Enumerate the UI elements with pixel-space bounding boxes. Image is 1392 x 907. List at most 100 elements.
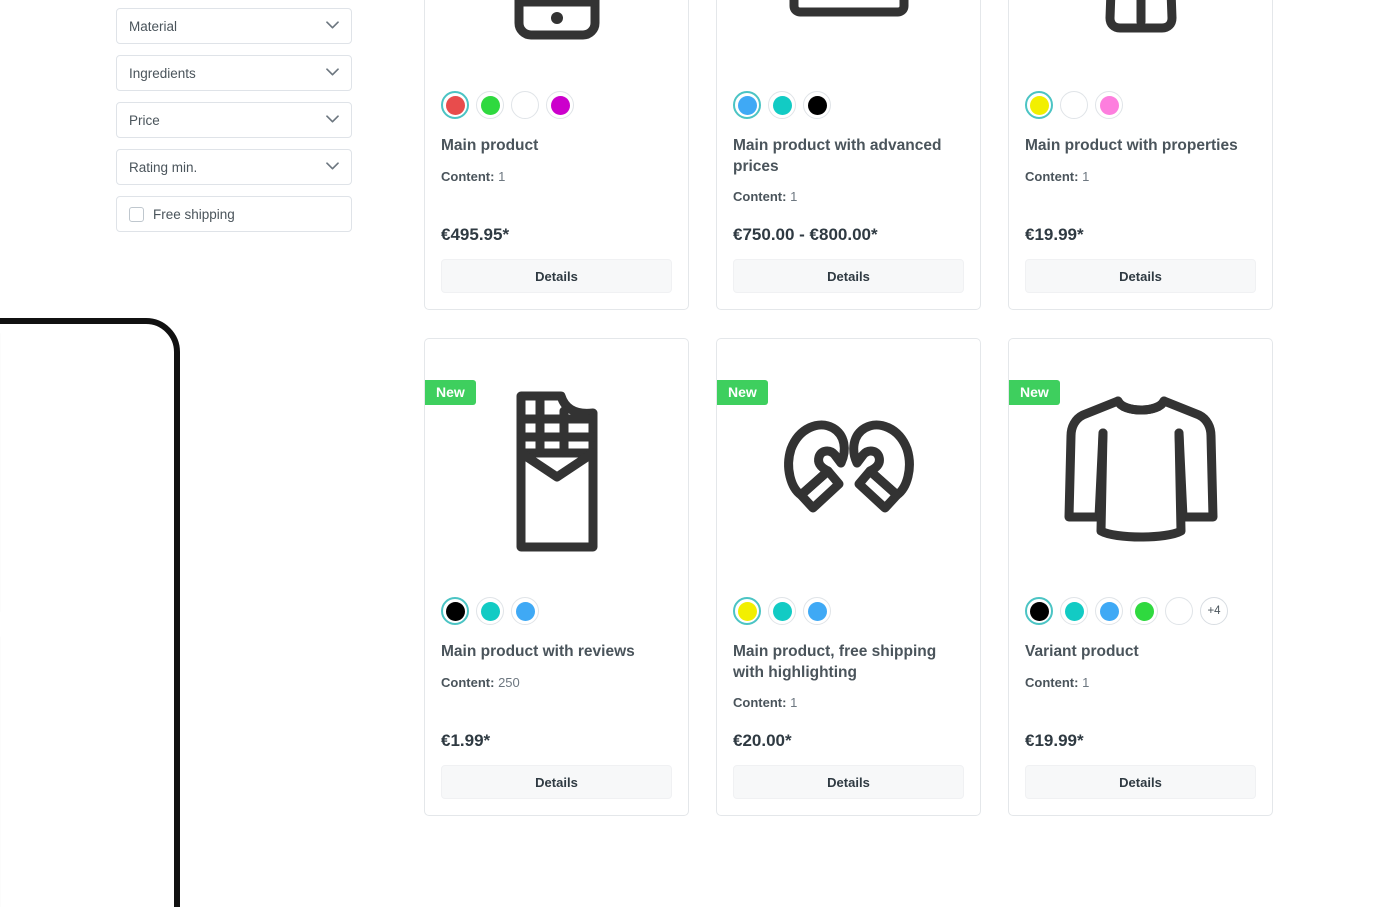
- content-label: Content:: [1025, 675, 1079, 690]
- swatch-black[interactable]: [1025, 597, 1053, 625]
- swatch-color-dot: [807, 95, 827, 115]
- more-swatches-button[interactable]: +4: [1200, 597, 1228, 625]
- product-content: Content: 1: [441, 169, 672, 184]
- details-button[interactable]: Details: [441, 259, 672, 293]
- details-button[interactable]: Details: [441, 765, 672, 799]
- swatch-color-dot: [445, 601, 465, 621]
- swatch-color-dot: [1064, 601, 1084, 621]
- product-card-body: Main product with properties Content: 1 …: [1009, 91, 1272, 309]
- swatch-teal[interactable]: [476, 597, 504, 625]
- product-card-body: Main product, free shipping with highlig…: [717, 597, 980, 815]
- swatch-orange[interactable]: [1060, 91, 1088, 119]
- product-title: Main product, free shipping with highlig…: [733, 643, 937, 681]
- product-title: Variant product: [1025, 643, 1139, 660]
- details-button[interactable]: Details: [1025, 259, 1256, 293]
- swatch-color-dot: [516, 96, 535, 115]
- product-price: €750.00 - €800.00*: [733, 225, 878, 244]
- swatch-color-dot: [772, 601, 792, 621]
- swatch-blue[interactable]: [803, 597, 831, 625]
- new-badge: New: [717, 380, 768, 405]
- shirt-icon: [1009, 0, 1272, 91]
- product-content: Content: 1: [1025, 169, 1256, 184]
- product-card[interactable]: Main product Content: 1 €495.95* Details: [424, 0, 689, 310]
- swatch-color-dot: [1099, 601, 1119, 621]
- content-value: 1: [790, 189, 798, 205]
- filter-select-material[interactable]: Material: [116, 8, 352, 44]
- checkbox-free-shipping[interactable]: [129, 206, 144, 222]
- product-card[interactable]: Main product with properties Content: 1 …: [1008, 0, 1273, 310]
- sweatshirt-icon: [1009, 339, 1272, 597]
- swatch-color-dot: [480, 95, 500, 115]
- swatch-magenta[interactable]: [546, 91, 574, 119]
- swatch-blue[interactable]: [511, 597, 539, 625]
- swatch-color-dot: [480, 601, 500, 621]
- smartphone-icon: [425, 0, 688, 91]
- filter-label: Material: [129, 18, 178, 34]
- product-card[interactable]: New Main product, free shipping with hig…: [716, 338, 981, 816]
- product-grid: Main product Content: 1 €495.95* Details…: [424, 0, 1274, 816]
- filter-label: Ingredients: [129, 65, 196, 81]
- swatch-teal[interactable]: [1060, 597, 1088, 625]
- product-title: Main product with properties: [1025, 137, 1238, 154]
- swatch-orange[interactable]: [1165, 597, 1193, 625]
- swatch-red[interactable]: [441, 91, 469, 119]
- details-button[interactable]: Details: [733, 259, 964, 293]
- product-card[interactable]: New +4 Variant product Content: 1 €19.99…: [1008, 338, 1273, 816]
- swatch-yellow[interactable]: [733, 597, 761, 625]
- swatch-color-dot: [1065, 96, 1084, 115]
- chevron-down-icon: [326, 115, 339, 123]
- content-label: Content:: [733, 189, 787, 205]
- content-value: 250: [498, 675, 520, 690]
- swatch-color-dot: [1099, 95, 1119, 115]
- product-content: Content: 1: [1025, 675, 1256, 690]
- swatch-green[interactable]: [1130, 597, 1158, 625]
- content-value: 1: [790, 695, 798, 711]
- filter-select-ingredients[interactable]: Ingredients: [116, 55, 352, 91]
- swatch-color-dot: [445, 95, 465, 115]
- swatch-color-dot: [1134, 601, 1154, 621]
- product-card-body: Main product Content: 1 €495.95* Details: [425, 91, 688, 309]
- filter-label: Free shipping: [153, 206, 235, 222]
- product-card-body: Main product with advanced prices Conten…: [717, 91, 980, 309]
- chevron-down-icon: [326, 21, 339, 29]
- product-price: €1.99*: [441, 731, 491, 750]
- swatch-blue[interactable]: [1095, 597, 1123, 625]
- new-badge: New: [425, 380, 476, 405]
- swatch-yellow[interactable]: [1025, 91, 1053, 119]
- content-value: 1: [1082, 169, 1090, 184]
- swatch-pink[interactable]: [1095, 91, 1123, 119]
- swatch-color-dot: [550, 95, 570, 115]
- product-card[interactable]: Main product with advanced prices Conten…: [716, 0, 981, 310]
- swatch-black[interactable]: [441, 597, 469, 625]
- swatch-blue[interactable]: [733, 91, 761, 119]
- swatch-color-dot: [737, 601, 757, 621]
- color-swatch-list: [733, 91, 964, 119]
- swatch-color-dot: [1170, 602, 1189, 621]
- mobile-product-grid: New Main product, free shipping with hig…: [0, 324, 159, 907]
- swatch-color-dot: [737, 95, 757, 115]
- product-price: €19.99*: [1025, 225, 1084, 244]
- swatch-black[interactable]: [803, 91, 831, 119]
- swatch-color-dot: [515, 601, 535, 621]
- product-card-body: Main product with reviews Content: 250 €…: [425, 597, 688, 815]
- content-label: Content:: [1025, 169, 1079, 184]
- swatch-teal[interactable]: [768, 597, 796, 625]
- product-content: Content: 1: [733, 695, 964, 710]
- mobile-device-mockup: New Main product, free shipping with hig…: [0, 318, 180, 907]
- product-title: Main product with advanced prices: [733, 137, 942, 175]
- swatch-green[interactable]: [476, 91, 504, 119]
- details-button[interactable]: Details: [1025, 765, 1256, 799]
- swatch-orange[interactable]: [511, 91, 539, 119]
- swatch-teal[interactable]: [768, 91, 796, 119]
- details-button[interactable]: Details: [733, 765, 964, 799]
- color-swatch-list: [441, 91, 672, 119]
- content-label: Content:: [733, 695, 787, 711]
- product-listing-page: Material Ingredients Price Rating min. F…: [0, 0, 1392, 907]
- filter-select-rating-min[interactable]: Rating min.: [116, 149, 352, 185]
- content-label: Content:: [441, 675, 495, 690]
- filter-free-shipping[interactable]: Free shipping: [116, 196, 352, 232]
- product-card[interactable]: New Main product with reviews Content: 2…: [424, 338, 689, 816]
- swatch-color-dot: [772, 95, 792, 115]
- filter-select-price[interactable]: Price: [116, 102, 352, 138]
- product-title: Main product: [441, 137, 539, 154]
